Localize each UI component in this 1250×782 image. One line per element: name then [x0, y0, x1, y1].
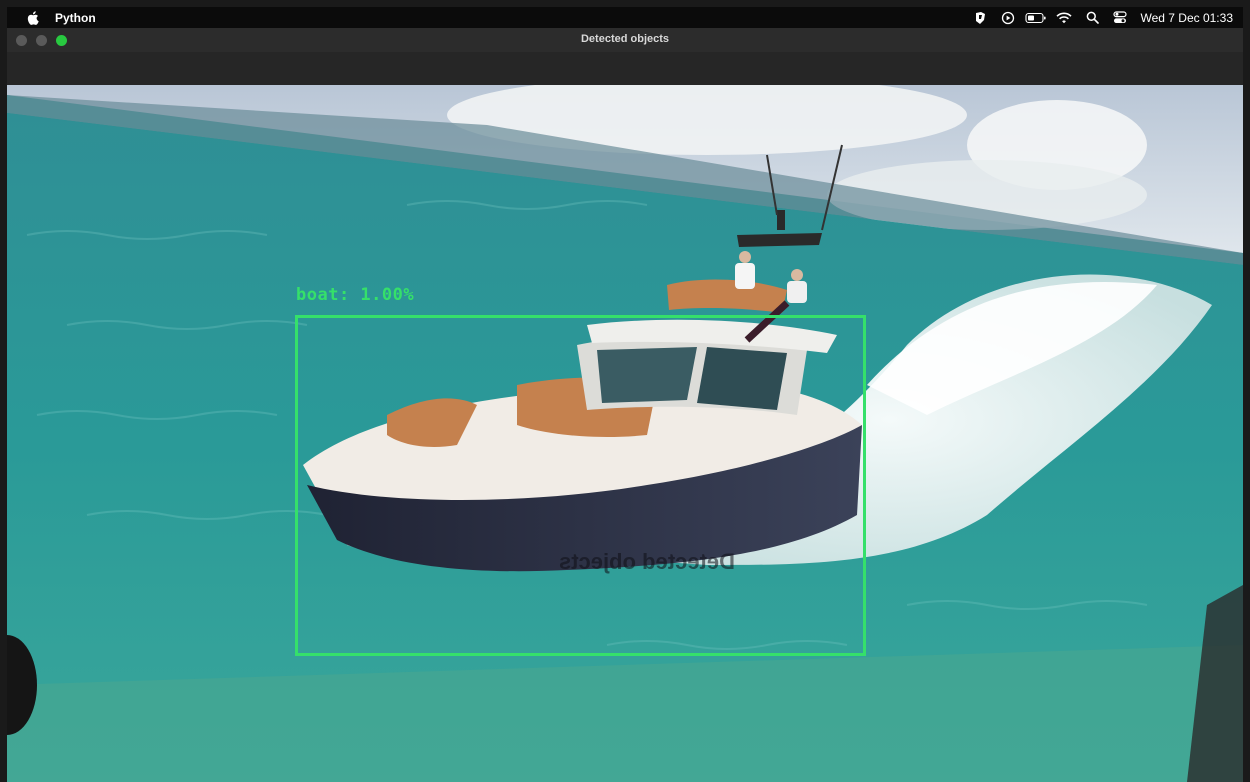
shield-icon[interactable] — [966, 7, 994, 28]
apple-icon[interactable] — [25, 10, 41, 26]
app-menu-python[interactable]: Python — [55, 11, 96, 25]
menubar-clock[interactable]: Wed 7 Dec 01:33 — [1140, 11, 1233, 25]
window-title: Detected objects — [580, 33, 670, 45]
minimize-button[interactable] — [36, 34, 47, 46]
image-viewer: Detected objects boat: 1.00% — [7, 85, 1243, 782]
play-icon[interactable] — [994, 7, 1022, 28]
close-button[interactable] — [16, 34, 27, 46]
wifi-icon[interactable] — [1050, 7, 1078, 28]
window-titlebar[interactable]: Detected objects — [7, 28, 1243, 53]
menu-bar: Python Wed 7 Dec 01:33 — [7, 7, 1243, 28]
window-controls — [16, 34, 67, 46]
battery-icon[interactable] — [1022, 7, 1050, 28]
detection-bounding-box — [295, 315, 866, 656]
detection-label: boat: 1.00% — [296, 285, 415, 305]
zoom-button[interactable] — [56, 34, 67, 46]
search-icon[interactable] — [1078, 7, 1106, 28]
window-toolbar — [7, 52, 1243, 85]
control-center-icon[interactable] — [1106, 7, 1134, 28]
